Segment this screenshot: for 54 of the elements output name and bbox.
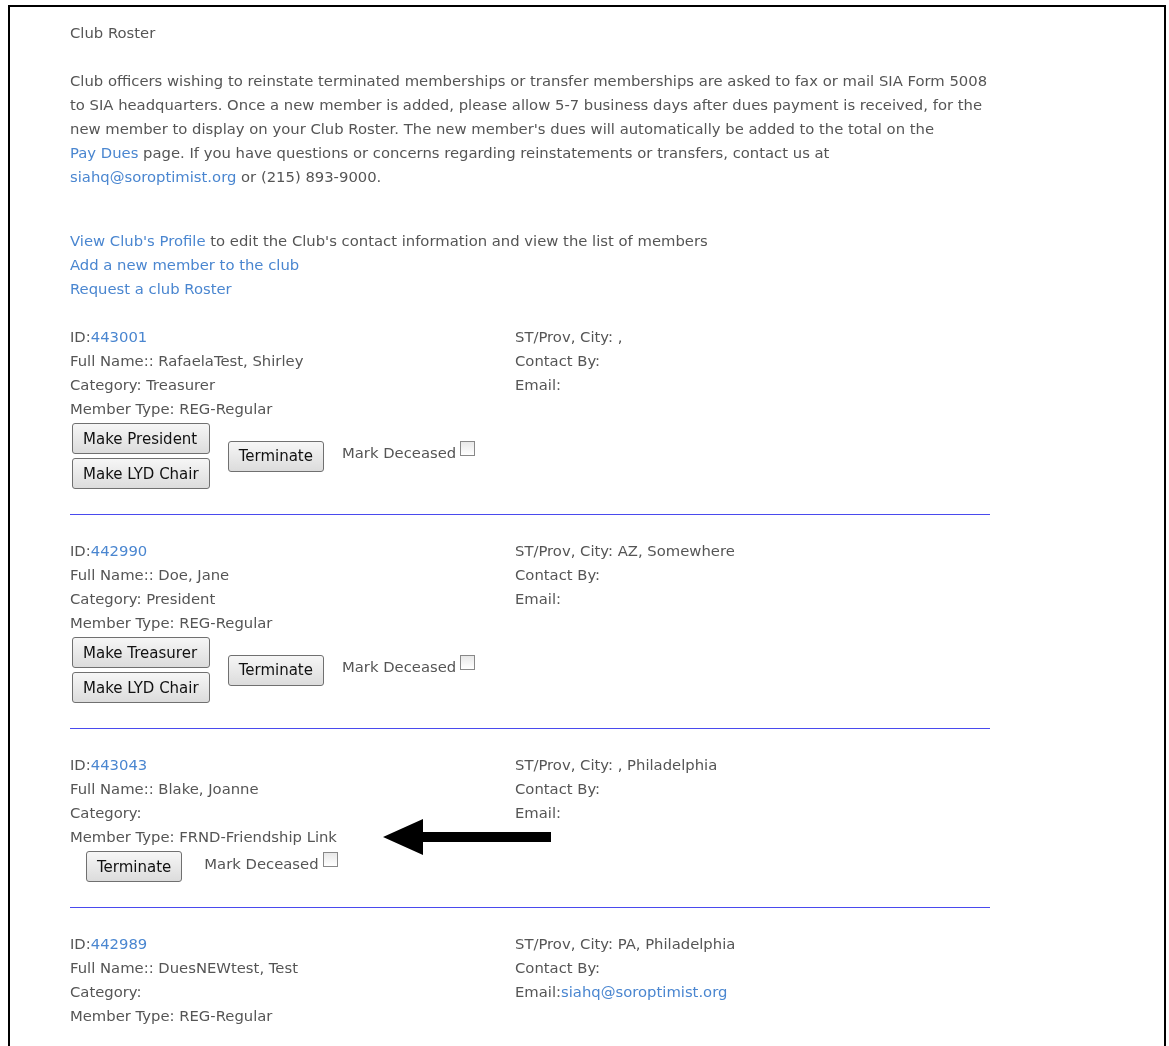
field-text: ST/Prov, City: , bbox=[515, 327, 624, 347]
field-text: ST/Prov, City: AZ, Somewhere bbox=[515, 541, 736, 561]
checkbox-label: Mark Deceased bbox=[342, 443, 457, 463]
role-button[interactable]: Make LYD Chair bbox=[72, 458, 210, 489]
action-link[interactable]: Request a club Roster bbox=[70, 280, 232, 297]
field-text: Full Name:: RafaelaTest, Shirley bbox=[70, 351, 305, 371]
field-text: Contact By: bbox=[515, 351, 602, 371]
field-link[interactable]: 442989 bbox=[90, 935, 148, 952]
field-link[interactable]: 443001 bbox=[90, 328, 148, 345]
deceased-checkbox[interactable] bbox=[322, 851, 338, 867]
role-button[interactable]: Make President bbox=[72, 423, 210, 454]
field-text: Email:siahq@soroptimist.org bbox=[515, 982, 729, 1002]
field-link[interactable]: siahq@soroptimist.org bbox=[561, 983, 728, 1000]
text-link[interactable]: siahq@soroptimist.org bbox=[70, 168, 237, 185]
deceased-checkbox[interactable] bbox=[460, 655, 476, 670]
field-text: Contact By: bbox=[515, 565, 602, 585]
field-text: ID:442990 bbox=[70, 541, 149, 561]
field-text: ID:442989 bbox=[70, 934, 149, 954]
field-text: Member Type: REG-Regular bbox=[70, 1006, 274, 1026]
field-text: Member Type: FRND-Friendship Link bbox=[70, 827, 338, 847]
action-link[interactable]: Add a new member to the club bbox=[70, 256, 300, 273]
field-text: Contact By: bbox=[515, 779, 602, 799]
field-text: Email: bbox=[515, 803, 563, 823]
role-button[interactable]: Make Treasurer bbox=[72, 637, 210, 668]
checkbox-label: Mark Deceased bbox=[204, 853, 319, 874]
field-text: Category: bbox=[70, 982, 143, 1002]
checkbox-label: Mark Deceased bbox=[342, 657, 457, 677]
role-button[interactable]: Make LYD Chair bbox=[72, 672, 210, 703]
page-title: Club Roster bbox=[70, 23, 157, 43]
field-text: Category: Treasurer bbox=[70, 375, 217, 395]
field-text: Email: bbox=[515, 375, 563, 395]
field-link[interactable]: 442990 bbox=[90, 542, 148, 559]
field-text: Category: bbox=[70, 803, 143, 823]
intro-paragraph: Club officers wishing to reinstate terminated memberships or transfer memberships are asked to fax or mail SIA Form 5008 to SIA headquarters. Once a new member is added, please allow 5-7 business days after dues payment is received, for the new member to display on your Club Roster. The new member's dues will automatically be added to the total on the Pay Dues page. If you have questions or concerns regarding reinstatements or transfers, contact us at siahq@soroptimist.org or (215) 893-9000. bbox=[70, 71, 989, 187]
field-text: Category: President bbox=[70, 589, 217, 609]
field-text: Full Name:: Blake, Joanne bbox=[70, 779, 260, 799]
field-text: Full Name:: Doe, Jane bbox=[70, 565, 231, 585]
deceased-checkbox[interactable] bbox=[460, 441, 476, 456]
field-text: Email: bbox=[515, 589, 563, 609]
field-text: ST/Prov, City: , Philadelphia bbox=[515, 755, 719, 775]
field-text: ST/Prov, City: PA, Philadelphia bbox=[515, 934, 737, 954]
field-text: Contact By: bbox=[515, 958, 602, 978]
field-text: ID:443001 bbox=[70, 327, 149, 347]
action-link[interactable]: View Club's Profile bbox=[70, 232, 206, 249]
action-text: View Club's Profile to edit the Club's contact information and view the list of members bbox=[70, 231, 709, 251]
terminate-button[interactable]: Terminate bbox=[227, 440, 324, 472]
terminate-button[interactable]: Terminate bbox=[227, 654, 324, 686]
field-link[interactable]: 443043 bbox=[90, 756, 148, 773]
field-text: ID:443043 bbox=[70, 755, 149, 775]
field-text: Member Type: REG-Regular bbox=[70, 613, 274, 633]
field-text: Full Name:: DuesNEWtest, Test bbox=[70, 958, 299, 978]
text-link[interactable]: Pay Dues bbox=[70, 144, 139, 161]
terminate-button[interactable]: Terminate bbox=[86, 851, 183, 882]
field-text: Member Type: REG-Regular bbox=[70, 399, 274, 419]
